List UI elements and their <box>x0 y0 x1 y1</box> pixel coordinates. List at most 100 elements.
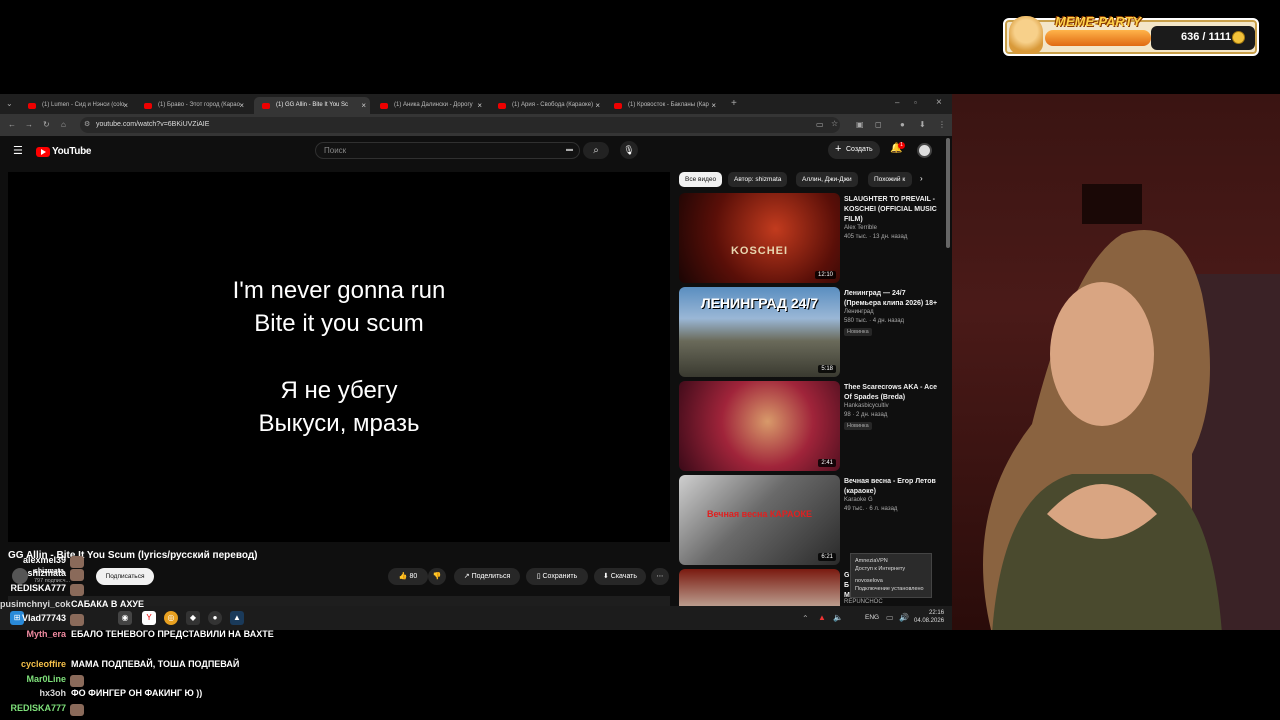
recommendation-item[interactable]: ЛЕНИНГРАД 24/7 5:18 Ленинград — 24/7 (Пр… <box>679 287 949 377</box>
tab-6[interactable]: (1) Кровосток - Бакланы (Кар × <box>606 97 720 114</box>
address-bar-row: ← → ↻ ⌂ ⚙ youtube.com/watch?v=6BKiUVZiAI… <box>0 114 952 136</box>
close-tab-icon[interactable]: × <box>123 101 128 110</box>
video-player[interactable]: I'm never gonna run Bite it you scum Я н… <box>8 172 670 542</box>
like-button[interactable]: 👍 80 <box>388 568 428 585</box>
meme-party-widget: MEME-PARTY 636 / 1111 <box>1003 14 1259 56</box>
back-icon[interactable]: ← <box>8 120 16 129</box>
download-button[interactable]: ⬇ Скачать <box>594 568 646 585</box>
recommendation-title[interactable]: Thee Scarecrows AKA - Ace Of Spades (Bre… <box>844 383 944 403</box>
keyboard-icon[interactable]: ▬ <box>566 146 573 153</box>
close-window-icon[interactable]: × <box>936 97 942 108</box>
speaker-icon[interactable]: 🔊 <box>899 613 909 622</box>
chat-text: ФО ФИНГЕР ОН ФАКИНГ Ю )) <box>71 688 203 698</box>
video-thumbnail[interactable]: ЛЕНИНГРАД 24/7 5:18 <box>679 287 840 377</box>
search-icon[interactable]: ⌕ <box>583 142 609 159</box>
new-badge: Новинка <box>844 328 872 336</box>
reload-icon[interactable]: ↻ <box>43 120 50 129</box>
video-thumbnail[interactable]: 2:41 <box>679 381 840 471</box>
close-tab-icon[interactable]: × <box>711 101 716 110</box>
volume-icon[interactable]: 🔈 <box>833 613 843 622</box>
recommendation-title[interactable]: SLAUGHTER TO PREVAIL - KOSCHEI (OFFICIAL… <box>844 195 944 225</box>
chip-allin[interactable]: Аллин, Джи-Джи <box>796 172 858 187</box>
recommendation-item[interactable]: Вечная весна КАРАОКЕ 6:21 Вечная весна -… <box>679 475 949 565</box>
video-thumbnail[interactable] <box>679 569 840 606</box>
create-button[interactable]: Создать <box>828 140 880 159</box>
chat-text: ЕБАЛО ТЕНЕВОГО ПРЕДСТАВИЛИ НА ВАХТЕ <box>71 629 274 639</box>
close-tab-icon[interactable]: × <box>361 101 366 110</box>
tab-label: (1) Ария - Свобода (Караоке) <box>512 102 594 108</box>
puzzle-icon[interactable]: ◻ <box>875 120 882 129</box>
microphone-icon[interactable]: 🎙 <box>620 141 638 159</box>
home-icon[interactable]: ⌂ <box>61 120 66 129</box>
tab-list-icon[interactable]: ⌄ <box>6 99 13 108</box>
recommendation-channel[interactable]: Ленинград <box>844 309 874 315</box>
thumbs-down-icon: 👎 <box>432 573 442 580</box>
tab-5[interactable]: (1) Ария - Свобода (Караоке) × <box>490 97 604 114</box>
browser-window: ⌄ (1) Lumen - Сид и Нэнси (colo × (1) Бра… <box>0 94 952 630</box>
minimize-icon[interactable]: – <box>895 98 899 107</box>
chat-emote-icon <box>70 675 84 687</box>
tab-3-active[interactable]: (1) GG Allin - Bite It You Sc × <box>254 97 370 114</box>
recommendation-item[interactable]: 2:41 Thee Scarecrows AKA - Ace Of Spades… <box>679 381 949 471</box>
browser-menu-icon[interactable]: ⋮ <box>938 120 946 129</box>
maximize-icon[interactable]: ▫ <box>914 98 917 107</box>
thumbnail-text: ЛЕНИНГРАД 24/7 <box>700 295 819 311</box>
recommendation-title[interactable]: Ленинград — 24/7 (Премьера клипа 2026) 1… <box>844 289 944 309</box>
tray-chevron-icon[interactable]: ⌃ <box>802 614 809 623</box>
downloads-icon[interactable]: ⬇ <box>919 120 926 129</box>
streamer-silhouette <box>983 184 1280 630</box>
language-indicator[interactable]: ENG <box>865 614 879 621</box>
forward-icon[interactable]: → <box>25 120 33 129</box>
download-icon: ⬇ <box>602 573 611 580</box>
avatar[interactable] <box>917 143 932 158</box>
youtube-logo-icon[interactable] <box>36 147 50 157</box>
recommendation-channel[interactable]: Karaoke G <box>844 497 873 503</box>
clock[interactable]: 22:16 04.08.2026 <box>914 609 944 625</box>
tray-app-icon[interactable]: ▲ <box>818 613 826 622</box>
page-scrollbar[interactable] <box>946 138 950 248</box>
chat-emote-icon <box>70 614 84 626</box>
tab-1[interactable]: (1) Lumen - Сид и Нэнси (colo × <box>20 97 132 114</box>
tab-4[interactable]: (1) Аника Далински - Дорогу × <box>372 97 486 114</box>
youtube-favicon-icon <box>262 103 270 109</box>
tooltip-line: AmneziaVPN <box>855 558 888 564</box>
video-thumbnail[interactable]: KOSCHEI 12:10 <box>679 193 840 283</box>
video-thumbnail[interactable]: Вечная весна КАРАОКЕ 6:21 <box>679 475 840 565</box>
close-tab-icon[interactable]: × <box>477 101 482 110</box>
recommendation-title[interactable]: Вечная весна - Егор Летов (караоке) <box>844 477 944 497</box>
url-field[interactable]: ⚙ youtube.com/watch?v=6BKiUVZiAIE ▭ ☆ <box>80 117 840 133</box>
cast-icon[interactable]: ▭ <box>816 120 824 129</box>
chip-all[interactable]: Все видео <box>679 172 723 187</box>
meme-progress-bar <box>1045 30 1151 46</box>
more-actions-button[interactable]: ⋯ <box>651 568 669 585</box>
new-tab-icon[interactable]: + <box>731 98 737 109</box>
notification-badge: 1 <box>898 142 905 149</box>
thumbs-up-icon: 👍 <box>398 573 410 580</box>
chat-emote-icon <box>70 584 84 596</box>
recommendation-channel[interactable]: Hankasbicycultiv <box>844 403 889 409</box>
site-info-icon[interactable]: ⚙ <box>84 120 90 128</box>
chip-similar[interactable]: Похожий к <box>868 172 912 187</box>
bookmark-star-icon[interactable]: ☆ <box>831 119 838 128</box>
youtube-logo-text[interactable]: YouTube <box>52 146 92 157</box>
hamburger-menu-icon[interactable]: ☰ <box>13 144 23 157</box>
share-button[interactable]: ↗ Поделиться <box>454 568 520 585</box>
close-tab-icon[interactable]: × <box>239 101 244 110</box>
duration-badge: 6:21 <box>818 553 836 561</box>
close-tab-icon[interactable]: × <box>595 101 600 110</box>
chat-username: hx3oh <box>39 688 66 698</box>
search-input[interactable]: Поиск ▬ <box>315 142 580 159</box>
tab-label: (1) GG Allin - Bite It You Sc <box>276 102 349 108</box>
profile-icon[interactable]: ● <box>900 120 905 129</box>
tab-2[interactable]: (1) Браво - Этот город (Карао × <box>136 97 248 114</box>
extension-icon[interactable]: ▣ <box>856 120 864 129</box>
clock-time: 22:16 <box>929 610 945 616</box>
chip-author[interactable]: Автор: shizmata <box>728 172 788 187</box>
dislike-button[interactable]: 👎 <box>428 568 446 585</box>
recommendation-channel[interactable]: Alex Terrible <box>844 225 877 231</box>
chevron-right-icon[interactable]: › <box>920 174 923 183</box>
save-button[interactable]: ▯ Сохранить <box>526 568 588 585</box>
share-icon: ↗ <box>463 573 472 580</box>
network-icon[interactable]: ▭ <box>886 613 894 622</box>
recommendation-item[interactable]: KOSCHEI 12:10 SLAUGHTER TO PREVAIL - KOS… <box>679 193 949 283</box>
